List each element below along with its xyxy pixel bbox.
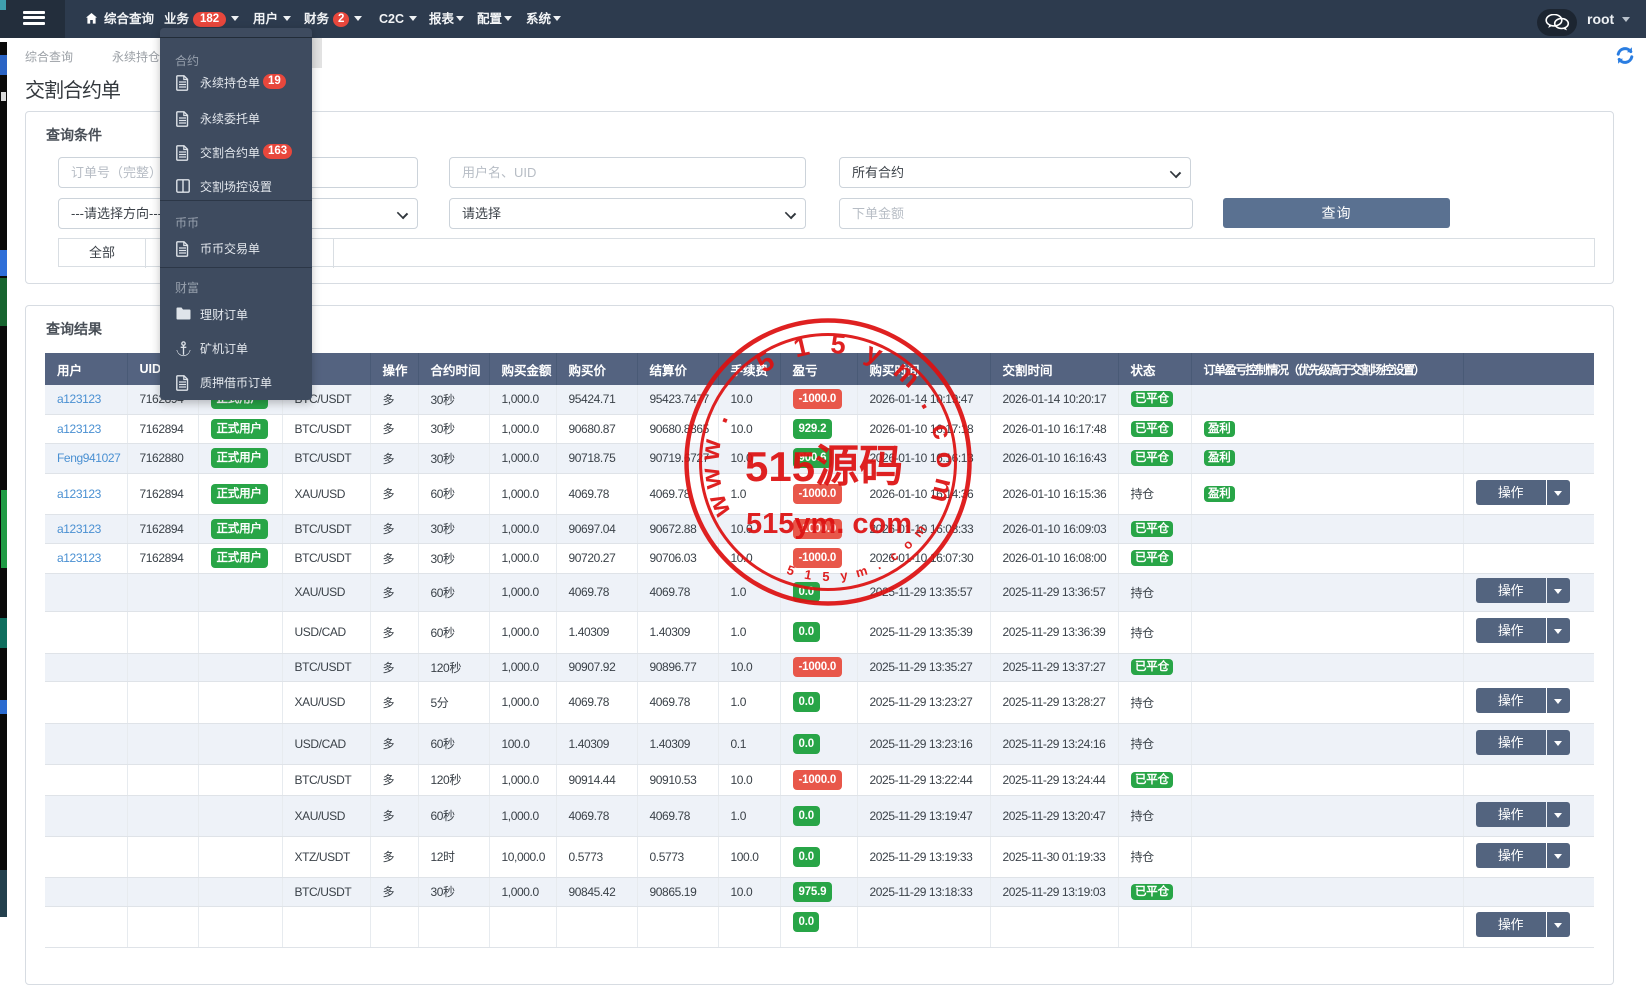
svg-text:.: . bbox=[873, 557, 883, 572]
svg-text:5: 5 bbox=[829, 329, 847, 360]
svg-text:1: 1 bbox=[803, 567, 813, 583]
svg-text:5: 5 bbox=[751, 345, 780, 378]
svg-text:m: m bbox=[854, 563, 869, 581]
svg-text:y: y bbox=[839, 567, 849, 583]
svg-text:w: w bbox=[695, 437, 727, 463]
svg-text:m: m bbox=[910, 522, 929, 540]
svg-text:y: y bbox=[861, 337, 887, 370]
svg-text:c: c bbox=[886, 548, 901, 564]
svg-text:o: o bbox=[931, 451, 961, 468]
svg-text:.: . bbox=[703, 409, 734, 427]
svg-text:5: 5 bbox=[785, 562, 797, 579]
svg-text:m: m bbox=[888, 355, 926, 393]
svg-text:5: 5 bbox=[822, 569, 829, 584]
